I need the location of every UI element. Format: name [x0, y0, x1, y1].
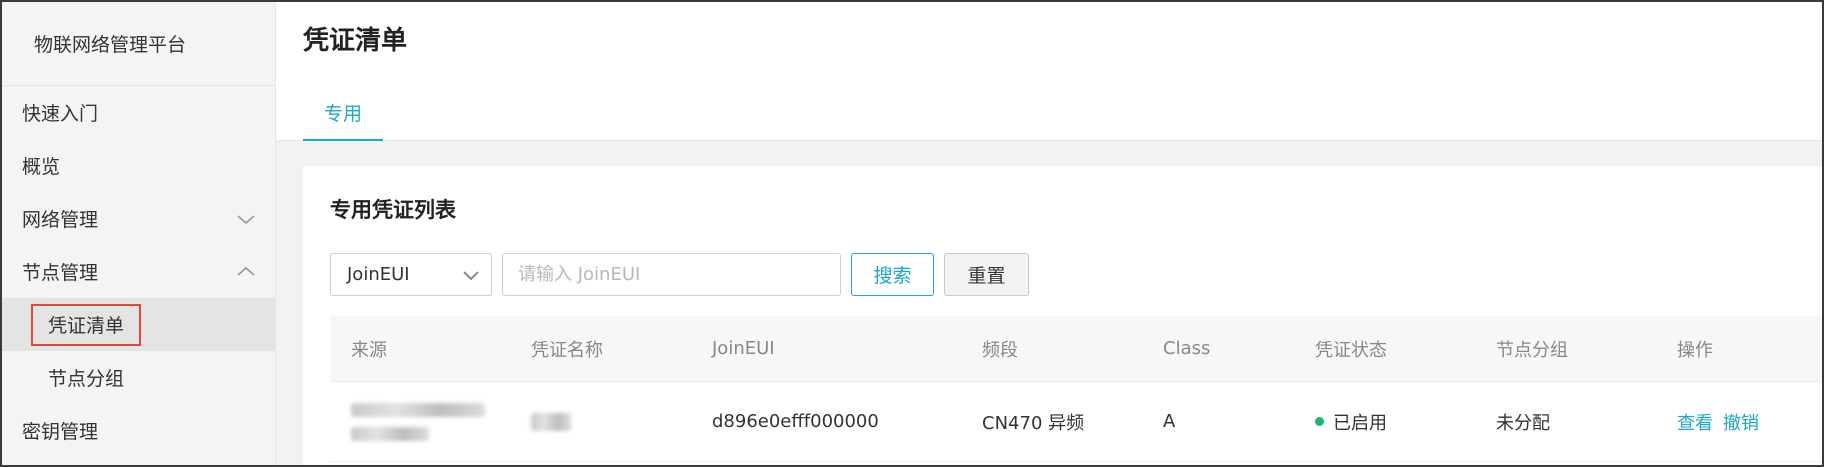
card-title: 专用凭证列表 [330, 198, 456, 222]
chevron-down-icon [237, 214, 255, 224]
column-header-class: Class [1163, 338, 1211, 359]
status-dot-icon [1315, 417, 1324, 426]
sidebar-item-credential-list[interactable]: 凭证清单 [2, 298, 275, 351]
sidebar-item-key-management[interactable]: 密钥管理 [2, 404, 275, 457]
sidebar: 物联网络管理平台 快速入门 概览 网络管理 节点管理 凭证清单 节点分组 密钥管… [2, 2, 276, 465]
sidebar-item-label: 快速入门 [22, 103, 99, 125]
status-cell: 已启用 [1315, 382, 1387, 461]
sidebar-item-label: 网络管理 [22, 209, 99, 231]
brand-title: 物联网络管理平台 [2, 2, 275, 86]
chevron-down-icon [463, 271, 479, 281]
class-cell: A [1163, 411, 1176, 432]
column-header-group: 节点分组 [1496, 339, 1568, 361]
table-header: 来源 凭证名称 JoinEUI 频段 Class 凭证状态 节点分组 操作 [330, 316, 1822, 382]
sidebar-item-overview[interactable]: 概览 [2, 139, 275, 192]
search-button[interactable]: 搜索 [851, 253, 934, 296]
app-window: 物联网络管理平台 快速入门 概览 网络管理 节点管理 凭证清单 节点分组 密钥管… [0, 0, 1824, 467]
column-header-name: 凭证名称 [531, 339, 603, 361]
column-header-band: 频段 [982, 339, 1018, 361]
main-content: 凭证清单 专用 专用凭证列表 JoinEUI 搜索 重置 来源 凭证名称 Joi… [276, 2, 1822, 465]
sidebar-item-node-management[interactable]: 节点管理 [2, 245, 275, 298]
group-cell: 未分配 [1496, 412, 1550, 434]
revoke-link[interactable]: 撤销 [1723, 409, 1759, 435]
page-title: 凭证清单 [303, 26, 408, 56]
credential-table: 来源 凭证名称 JoinEUI 频段 Class 凭证状态 节点分组 操作 d8… [330, 316, 1822, 462]
sidebar-item-label: 凭证清单 [31, 303, 142, 346]
source-cell-redacted [351, 382, 485, 461]
chevron-up-icon [237, 266, 255, 276]
sidebar-item-label: 节点管理 [22, 262, 99, 284]
redacted-text [351, 426, 429, 441]
sidebar-item-label: 概览 [22, 156, 61, 178]
status-text: 已启用 [1333, 412, 1387, 434]
tab-dedicated[interactable]: 专用 [303, 86, 383, 141]
column-header-joineui: JoinEUI [712, 338, 775, 359]
band-cell: CN470 异频 [982, 412, 1085, 434]
sidebar-item-network-management[interactable]: 网络管理 [2, 192, 275, 245]
reset-button[interactable]: 重置 [944, 253, 1029, 296]
sidebar-nav: 快速入门 概览 网络管理 节点管理 凭证清单 节点分组 密钥管理 [2, 86, 275, 457]
actions-cell: 查看 撤销 [1677, 382, 1769, 461]
sidebar-item-label: 密钥管理 [22, 421, 99, 443]
filter-field-select[interactable]: JoinEUI [330, 253, 492, 296]
search-input[interactable] [502, 253, 841, 296]
joineui-cell: d896e0efff000000 [712, 411, 879, 432]
filter-select-value: JoinEUI [347, 264, 410, 285]
credential-list-card: 专用凭证列表 JoinEUI 搜索 重置 来源 凭证名称 JoinEUI 频段 … [303, 166, 1822, 465]
table-row: d896e0efff000000 CN470 异频 A 已启用 未分配 查看 撤… [330, 382, 1822, 462]
view-link[interactable]: 查看 [1677, 409, 1713, 435]
tab-bar: 专用 [276, 86, 1822, 141]
sidebar-item-quickstart[interactable]: 快速入门 [2, 86, 275, 139]
column-header-source: 来源 [351, 339, 387, 361]
redacted-text [351, 402, 485, 417]
sidebar-item-node-group[interactable]: 节点分组 [2, 351, 275, 404]
redacted-text [531, 412, 571, 431]
column-header-status: 凭证状态 [1315, 339, 1387, 361]
name-cell-redacted [531, 382, 571, 461]
sidebar-item-label: 节点分组 [48, 368, 125, 390]
column-header-actions: 操作 [1677, 339, 1713, 361]
